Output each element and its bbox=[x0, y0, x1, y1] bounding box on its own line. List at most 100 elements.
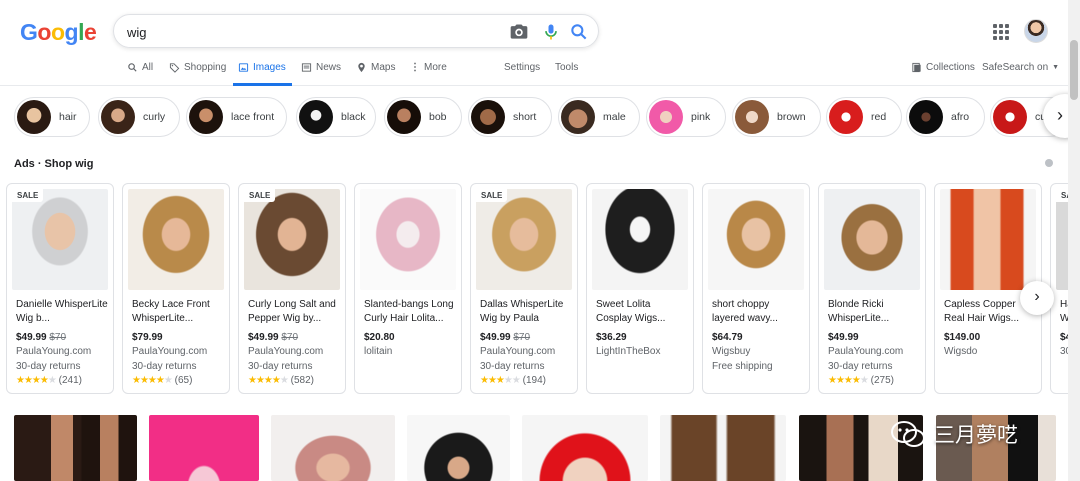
product-store: PaulaYoung.com bbox=[828, 346, 904, 357]
chevron-right-icon: › bbox=[1034, 288, 1040, 305]
safesearch-toggle[interactable]: SafeSearch on ▼ bbox=[982, 62, 1059, 73]
image-icon bbox=[238, 63, 249, 72]
product-store: Wigsbuy bbox=[712, 346, 751, 357]
tab-news[interactable]: News bbox=[301, 62, 341, 73]
chip-red[interactable]: red bbox=[826, 97, 902, 137]
product-card[interactable]: Slanted-bangs Long Curly Hair Lolita... … bbox=[354, 183, 462, 394]
product-store: PaulaYoung.com bbox=[480, 346, 556, 357]
product-card[interactable]: short choppy layered wavy... $64.79 Wigs… bbox=[702, 183, 810, 394]
image-result[interactable] bbox=[14, 415, 137, 481]
product-rating: ★★★★★ (194) bbox=[480, 375, 546, 386]
product-price: $79.99 bbox=[132, 332, 163, 343]
product-title: Dallas WhisperLite Wig by Paula Youn... bbox=[480, 299, 564, 324]
product-store: Wigsdo bbox=[944, 346, 978, 357]
chip-pink[interactable]: pink bbox=[646, 97, 726, 137]
product-store: LightInTheBox bbox=[596, 346, 661, 357]
product-card[interactable]: SALE Curly Long Salt and Pepper Wig by..… bbox=[238, 183, 346, 394]
star-rating-icon: ★★★★★ bbox=[248, 375, 289, 386]
wechat-icon bbox=[891, 421, 925, 447]
collections-icon bbox=[912, 62, 921, 73]
apps-grid-icon[interactable] bbox=[993, 24, 1009, 40]
product-store: lolitain bbox=[364, 346, 393, 357]
product-image bbox=[360, 189, 456, 290]
product-card[interactable]: SALE Danielle WhisperLite Wig b... $49.9… bbox=[6, 183, 114, 394]
product-store: PaulaYoung.com bbox=[248, 346, 324, 357]
product-image bbox=[128, 189, 224, 290]
search-icon[interactable] bbox=[569, 22, 589, 42]
chip-afro[interactable]: afro bbox=[906, 97, 985, 137]
chip-short[interactable]: short bbox=[468, 97, 552, 137]
chip-male[interactable]: male bbox=[558, 97, 640, 137]
sale-badge: SALE bbox=[12, 189, 44, 202]
chip-black[interactable]: black bbox=[296, 97, 376, 137]
more-vert-icon: ⋮ bbox=[410, 62, 420, 73]
product-rating: ★★★★★ (582) bbox=[248, 375, 314, 386]
image-result[interactable] bbox=[149, 415, 259, 481]
tab-more[interactable]: ⋮ More bbox=[410, 62, 447, 73]
product-price: $36.29 bbox=[596, 332, 627, 343]
news-icon bbox=[301, 63, 312, 72]
product-store: PaulaYoung.com bbox=[132, 346, 208, 357]
product-price: $49.99 $70 bbox=[480, 332, 531, 343]
camera-icon[interactable] bbox=[509, 22, 529, 42]
product-image bbox=[244, 189, 340, 290]
chip-bob[interactable]: bob bbox=[384, 97, 462, 137]
microphone-icon[interactable] bbox=[541, 22, 561, 42]
star-rating-icon: ★★★★★ bbox=[16, 375, 57, 386]
image-result[interactable] bbox=[271, 415, 395, 481]
collections-link[interactable]: Collections bbox=[911, 62, 975, 73]
sale-badge: SALE bbox=[244, 189, 276, 202]
product-title: Curly Long Salt and Pepper Wig by... bbox=[248, 299, 336, 324]
image-result[interactable] bbox=[660, 415, 786, 481]
chip-brown[interactable]: brown bbox=[732, 97, 821, 137]
star-rating-icon: ★★★★★ bbox=[132, 375, 173, 386]
product-title: Danielle WhisperLite Wig b... bbox=[16, 299, 108, 324]
google-logo[interactable]: Google bbox=[20, 19, 97, 46]
info-icon[interactable] bbox=[1045, 159, 1053, 167]
product-price: $49.99 bbox=[828, 332, 859, 343]
image-result[interactable] bbox=[522, 415, 648, 481]
tab-shopping[interactable]: Shopping bbox=[169, 62, 226, 73]
tab-maps[interactable]: Maps bbox=[356, 62, 395, 73]
product-image bbox=[592, 189, 688, 290]
search-icon bbox=[128, 63, 137, 72]
header: Google All Shopping Images N bbox=[0, 0, 1080, 86]
product-card[interactable]: Sweet Lolita Cosplay Wigs... $36.29 Ligh… bbox=[586, 183, 694, 394]
search-tabs: All Shopping Images News Maps ⋮ More Set… bbox=[0, 56, 1080, 86]
tab-images[interactable]: Images bbox=[238, 62, 286, 73]
product-card[interactable]: Blonde Ricki WhisperLite... $49.99 Paula… bbox=[818, 183, 926, 394]
search-box bbox=[113, 14, 599, 48]
product-rating: ★★★★★ (275) bbox=[828, 375, 894, 386]
product-title: Sweet Lolita Cosplay Wigs... bbox=[596, 299, 666, 324]
star-rating-icon: ★★★★★ bbox=[480, 375, 521, 386]
product-title: short choppy layered wavy... bbox=[712, 299, 778, 324]
product-rating: ★★★★★ (241) bbox=[16, 375, 82, 386]
product-shipping: Free shipping bbox=[712, 361, 773, 372]
search-input[interactable] bbox=[127, 22, 497, 42]
product-returns: 30-day returns bbox=[828, 361, 893, 372]
ads-title: Ads · Shop wig bbox=[14, 158, 94, 170]
product-returns: 30-day returns bbox=[132, 361, 197, 372]
chip-curly[interactable]: curly bbox=[98, 97, 180, 137]
product-card[interactable]: SALE Dallas WhisperLite Wig by Paula You… bbox=[470, 183, 578, 394]
product-card[interactable]: Becky Lace Front WhisperLite... $79.99 P… bbox=[122, 183, 230, 394]
product-title: Blonde Ricki WhisperLite... bbox=[828, 299, 890, 324]
settings-link[interactable]: Settings bbox=[504, 62, 540, 73]
scrollbar[interactable] bbox=[1068, 0, 1080, 481]
tag-icon bbox=[169, 63, 180, 73]
avatar[interactable] bbox=[1024, 19, 1048, 43]
product-price: $64.79 bbox=[712, 332, 743, 343]
image-result[interactable] bbox=[407, 415, 510, 481]
product-image bbox=[12, 189, 108, 290]
chip-lace-front[interactable]: lace front bbox=[186, 97, 287, 137]
chevron-right-icon: › bbox=[1057, 105, 1063, 125]
scrollbar-thumb[interactable] bbox=[1070, 40, 1078, 100]
tab-all[interactable]: All bbox=[127, 62, 153, 73]
products-next-button[interactable]: › bbox=[1020, 281, 1054, 315]
related-chips: hair curly lace front black bob short ma… bbox=[0, 94, 1080, 142]
watermark: 三月夢呓 bbox=[890, 414, 1055, 454]
tools-link[interactable]: Tools bbox=[555, 62, 578, 73]
active-tab-indicator bbox=[233, 83, 292, 86]
product-price: $49.99 $70 bbox=[16, 332, 67, 343]
chip-hair[interactable]: hair bbox=[14, 97, 90, 137]
